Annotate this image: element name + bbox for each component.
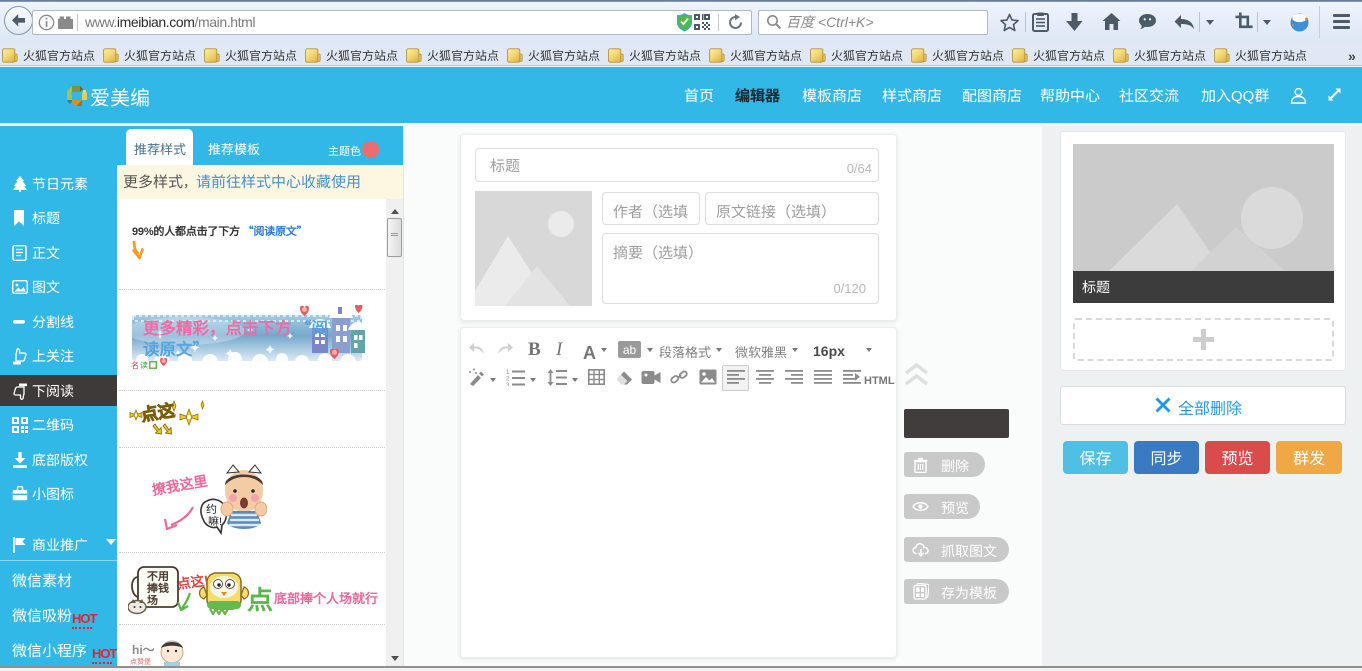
svg-text:点这: 点这 xyxy=(139,399,176,426)
svg-text:底部捧个人场就行: 底部捧个人场就行 xyxy=(274,588,378,607)
svg-text:读: 读 xyxy=(140,360,148,371)
svg-text:点: 点 xyxy=(247,580,273,615)
svg-text:hi～: hi～ xyxy=(132,641,155,658)
svg-text:3: 3 xyxy=(506,380,510,386)
svg-text:嘛!: 嘛! xyxy=(208,513,222,529)
svg-text:撩我这里: 撩我这里 xyxy=(151,471,209,500)
svg-text:点赞堡: 点赞堡 xyxy=(130,657,151,666)
svg-text:读原文”: 读原文” xyxy=(143,336,209,360)
svg-text:“阅: “阅 xyxy=(295,315,328,339)
svg-text:名: 名 xyxy=(131,360,139,371)
svg-text:场: 场 xyxy=(147,592,158,608)
